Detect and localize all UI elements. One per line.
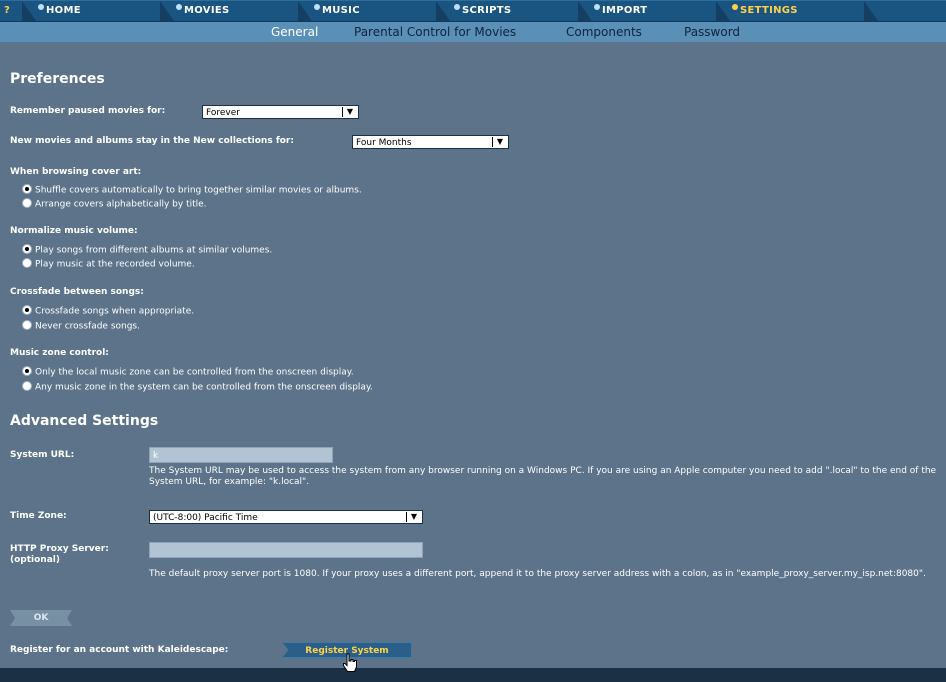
settings-panel: Preferences Remember paused movies for: … (0, 42, 946, 668)
nav-separator (578, 1, 592, 21)
normalize-option-similar[interactable]: Play songs from different albums at simi… (22, 244, 273, 256)
nav-dot-icon (176, 4, 182, 10)
select-value: Forever (206, 108, 240, 118)
option-label: Never crossfade songs. (35, 321, 140, 332)
hand-cursor-icon (343, 653, 357, 672)
nav-separator (716, 1, 730, 21)
radio-button[interactable] (22, 244, 32, 254)
zone-option-any[interactable]: Any music zone in the system can be cont… (22, 381, 373, 393)
register-label: Register for an account with Kaleidescap… (10, 645, 229, 655)
crossfade-option-on[interactable]: Crossfade songs when appropriate. (22, 305, 195, 317)
advanced-heading: Advanced Settings (10, 413, 159, 429)
nav-tab-music[interactable]: MUSIC (314, 1, 360, 21)
time-zone-select[interactable]: (UTC-8:00) Pacific Time ▼ (149, 510, 423, 524)
cover-art-option-shuffle[interactable]: Shuffle covers automatically to bring to… (22, 184, 362, 196)
normalize-label: Normalize music volume: (10, 226, 138, 236)
proxy-label: HTTP Proxy Server: (10, 544, 109, 554)
cover-art-label: When browsing cover art: (10, 167, 142, 177)
nav-separator (436, 1, 450, 21)
help-icon[interactable]: ? (4, 1, 10, 21)
zone-label: Music zone control: (10, 348, 109, 358)
nav-dot-icon (732, 4, 738, 10)
nav-dot-icon (594, 4, 600, 10)
select-value: (UTC-8:00) Pacific Time (153, 513, 258, 523)
option-label: Shuffle covers automatically to bring to… (35, 185, 362, 196)
cover-art-option-alphabetical[interactable]: Arrange covers alphabetically by title. (22, 198, 207, 210)
nav-dot-icon (314, 4, 320, 10)
new-collections-select[interactable]: Four Months ▼ (352, 135, 509, 149)
nav-dot-icon (454, 4, 460, 10)
proxy-input[interactable] (149, 542, 423, 558)
nav-tab-label: MOVIES (184, 5, 230, 16)
subtab-password[interactable]: Password (684, 22, 740, 42)
radio-button[interactable] (22, 305, 32, 315)
nav-tab-scripts[interactable]: SCRIPTS (454, 1, 511, 21)
new-collections-label: New movies and albums stay in the New co… (10, 136, 294, 146)
nav-tab-home[interactable]: HOME (38, 1, 81, 21)
option-label: Arrange covers alphabetically by title. (35, 199, 207, 210)
nav-tab-label: HOME (46, 5, 81, 16)
chevron-down-icon: ▼ (342, 107, 357, 117)
bottom-bar (0, 668, 946, 682)
radio-button[interactable] (22, 320, 32, 330)
chevron-down-icon: ▼ (492, 137, 507, 147)
radio-button[interactable] (22, 184, 32, 194)
select-value: Four Months (356, 138, 412, 148)
nav-tab-label: SCRIPTS (462, 5, 512, 16)
nav-separator (298, 1, 312, 21)
zone-option-local[interactable]: Only the local music zone can be control… (22, 366, 354, 378)
sub-nav: General Parental Control for Movies Comp… (0, 22, 946, 42)
nav-tab-settings[interactable]: SETTINGS (732, 1, 798, 21)
radio-button[interactable] (22, 198, 32, 208)
nav-tab-label: MUSIC (322, 5, 360, 16)
option-label: Crossfade songs when appropriate. (35, 306, 195, 317)
radio-button[interactable] (22, 381, 32, 391)
nav-dot-icon (38, 4, 44, 10)
nav-separator (160, 1, 174, 21)
nav-tab-label: SETTINGS (740, 5, 798, 16)
radio-button[interactable] (22, 258, 32, 268)
remember-paused-label: Remember paused movies for: (10, 106, 166, 116)
crossfade-option-never[interactable]: Never crossfade songs. (22, 320, 140, 332)
ok-button[interactable]: OK (10, 610, 72, 626)
nav-separator (22, 1, 36, 21)
crossfade-label: Crossfade between songs: (10, 287, 144, 297)
nav-tab-label: IMPORT (602, 5, 648, 16)
option-label: Play music at the recorded volume. (35, 259, 195, 270)
proxy-optional-label: (optional) (10, 555, 60, 565)
option-label: Only the local music zone can be control… (35, 367, 354, 378)
nav-tab-movies[interactable]: MOVIES (176, 1, 229, 21)
system-url-input[interactable]: k (149, 447, 333, 463)
chevron-down-icon: ▼ (406, 512, 421, 522)
preferences-heading: Preferences (10, 71, 105, 87)
main-nav: ? HOME MOVIES MUSIC SCRIPTS IMPORT SETTI… (0, 0, 946, 22)
proxy-help: The default proxy server port is 1080. I… (149, 569, 926, 579)
radio-button[interactable] (22, 366, 32, 376)
nav-separator (864, 1, 878, 21)
remember-paused-select[interactable]: Forever ▼ (202, 105, 359, 119)
subtab-parental-control[interactable]: Parental Control for Movies (354, 22, 516, 42)
nav-tab-import[interactable]: IMPORT (594, 1, 647, 21)
system-url-label: System URL: (10, 450, 75, 460)
normalize-option-recorded[interactable]: Play music at the recorded volume. (22, 258, 195, 270)
subtab-general[interactable]: General (271, 22, 318, 42)
option-label: Play songs from different albums at simi… (35, 245, 273, 256)
system-url-help: The System URL may be used to access the… (149, 466, 937, 487)
option-label: Any music zone in the system can be cont… (35, 382, 373, 393)
time-zone-label: Time Zone: (10, 511, 67, 521)
subtab-components[interactable]: Components (566, 22, 642, 42)
